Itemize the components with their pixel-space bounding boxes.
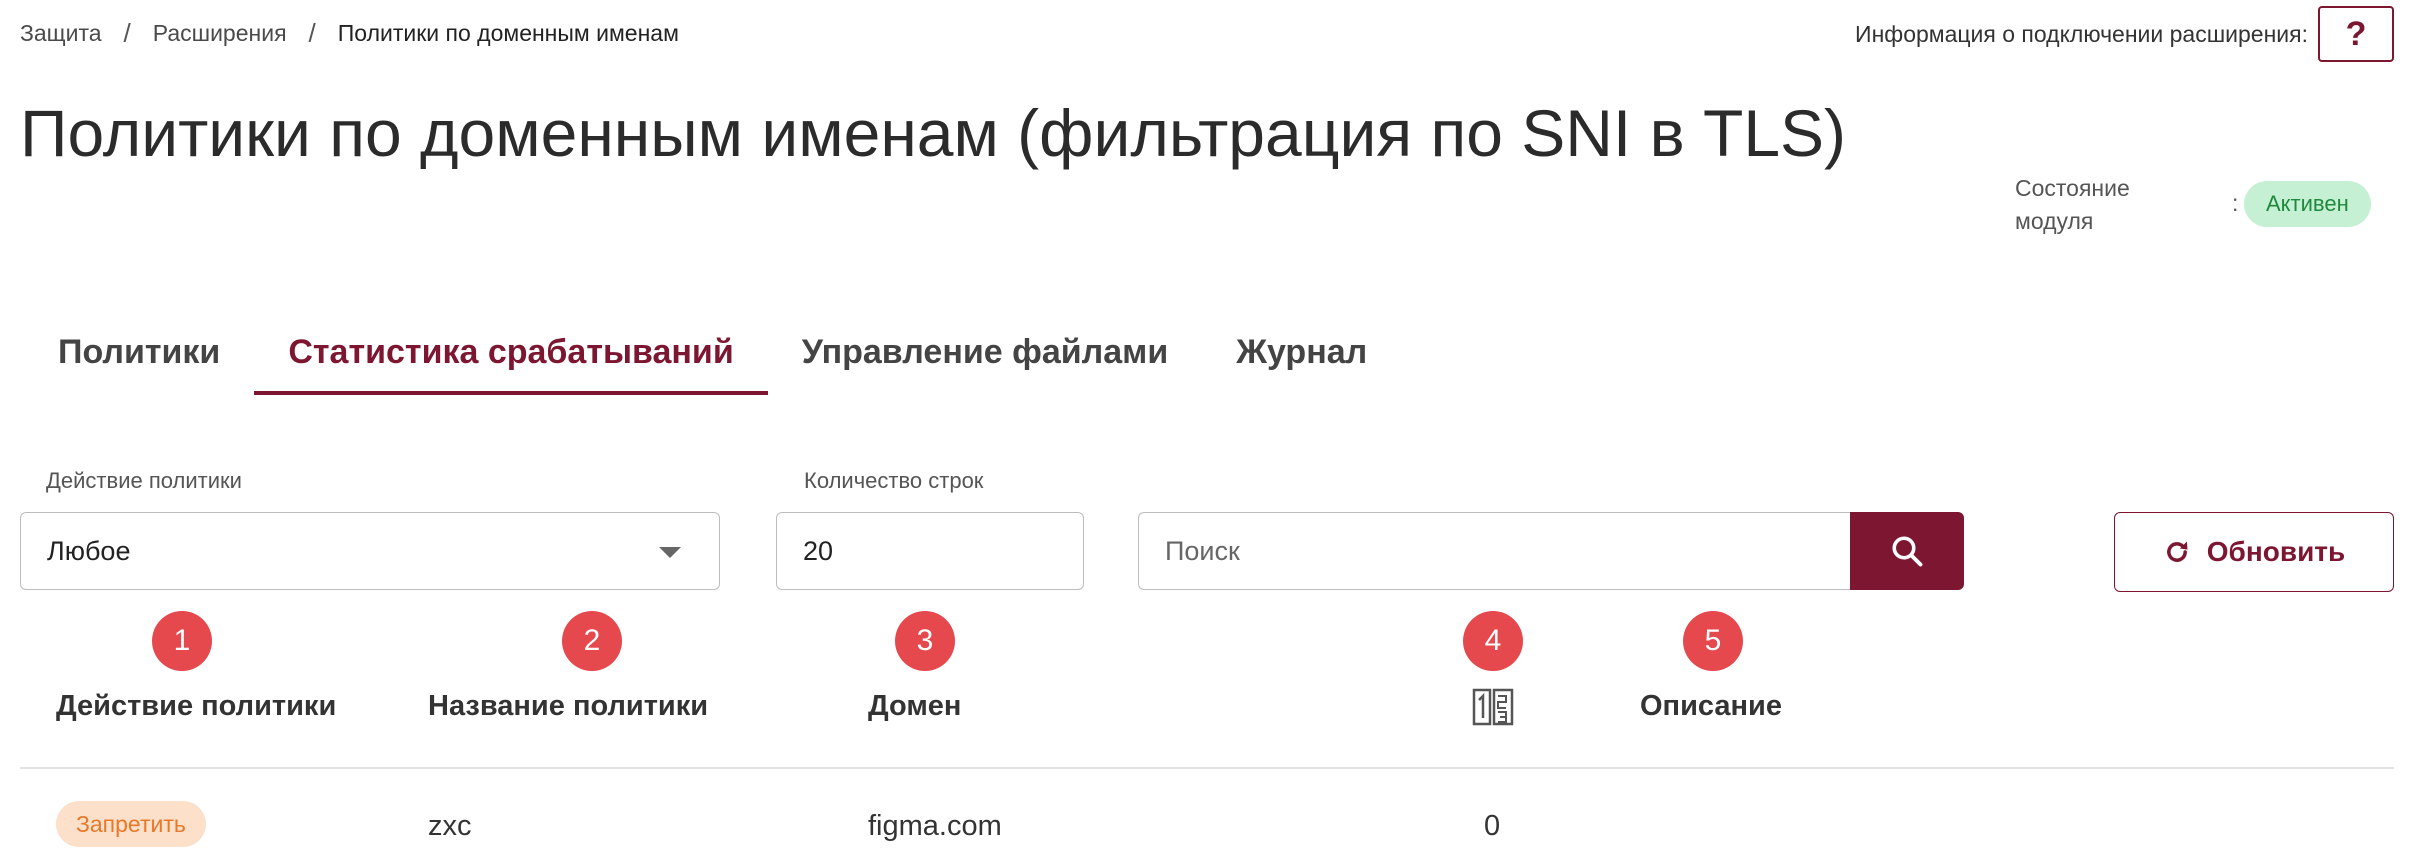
tab-trigger-statistics[interactable]: Статистика срабатываний bbox=[254, 325, 768, 395]
column-header-description[interactable]: Описание bbox=[1640, 690, 1782, 723]
column-header-domain[interactable]: Домен bbox=[868, 690, 961, 723]
column-header-policy-name[interactable]: Название политики bbox=[428, 690, 708, 723]
action-filter-value: Любое bbox=[47, 535, 131, 566]
chevron-down-icon bbox=[659, 547, 681, 558]
marker-3: 3 bbox=[895, 611, 955, 671]
search-icon bbox=[1892, 536, 1923, 567]
module-status-colon: : bbox=[2232, 190, 2239, 216]
rows-count-label: Количество строк bbox=[804, 468, 984, 493]
breadcrumb-separator: / bbox=[308, 18, 316, 48]
module-status-label: Состояние модуля bbox=[2015, 175, 2130, 234]
breadcrumb: Защита / Расширения / Политики по доменн… bbox=[20, 18, 679, 49]
tab-policies[interactable]: Политики bbox=[24, 325, 254, 395]
marker-5: 5 bbox=[1683, 611, 1743, 671]
numeric-sort-icon[interactable] bbox=[1472, 688, 1514, 731]
rows-count-input[interactable] bbox=[776, 512, 1084, 590]
tab-file-management[interactable]: Управление файлами bbox=[768, 325, 1203, 395]
refresh-button[interactable]: Обновить bbox=[2114, 512, 2394, 592]
marker-2: 2 bbox=[562, 611, 622, 671]
action-filter-select[interactable]: Любое bbox=[20, 512, 720, 590]
help-button[interactable]: ? bbox=[2318, 6, 2394, 62]
column-header-action[interactable]: Действие политики bbox=[56, 690, 336, 723]
breadcrumb-current: Политики по доменным именам bbox=[337, 20, 679, 46]
refresh-icon bbox=[2166, 541, 2188, 562]
table-header-divider bbox=[20, 767, 2394, 769]
search-input[interactable] bbox=[1138, 512, 1852, 590]
cell-count: 0 bbox=[1484, 810, 1501, 842]
breadcrumb-item-extensions[interactable]: Расширения bbox=[153, 20, 287, 47]
action-badge-deny: Запретить bbox=[56, 801, 206, 847]
action-filter-label: Действие политики bbox=[46, 468, 242, 493]
question-icon: ? bbox=[2345, 14, 2367, 53]
tab-log[interactable]: Журнал bbox=[1202, 325, 1401, 395]
cell-policy-name: zxc bbox=[428, 810, 472, 842]
tab-bar: Политики Статистика срабатываний Управле… bbox=[24, 325, 1401, 395]
search-button[interactable] bbox=[1850, 512, 1964, 590]
breadcrumb-separator: / bbox=[123, 18, 131, 48]
module-status-badge: Активен bbox=[2244, 181, 2371, 227]
marker-4: 4 bbox=[1463, 611, 1523, 671]
connection-info: Информация о подключении расширения: ? bbox=[1855, 6, 2394, 62]
cell-domain: figma.com bbox=[868, 810, 1002, 842]
connection-info-label: Информация о подключении расширения: bbox=[1855, 20, 2308, 47]
breadcrumb-item-protection[interactable]: Защита bbox=[20, 20, 102, 47]
refresh-button-label: Обновить bbox=[2206, 536, 2346, 567]
marker-1: 1 bbox=[152, 611, 212, 671]
page-title: Политики по доменным именам (фильтрация … bbox=[20, 96, 1847, 170]
